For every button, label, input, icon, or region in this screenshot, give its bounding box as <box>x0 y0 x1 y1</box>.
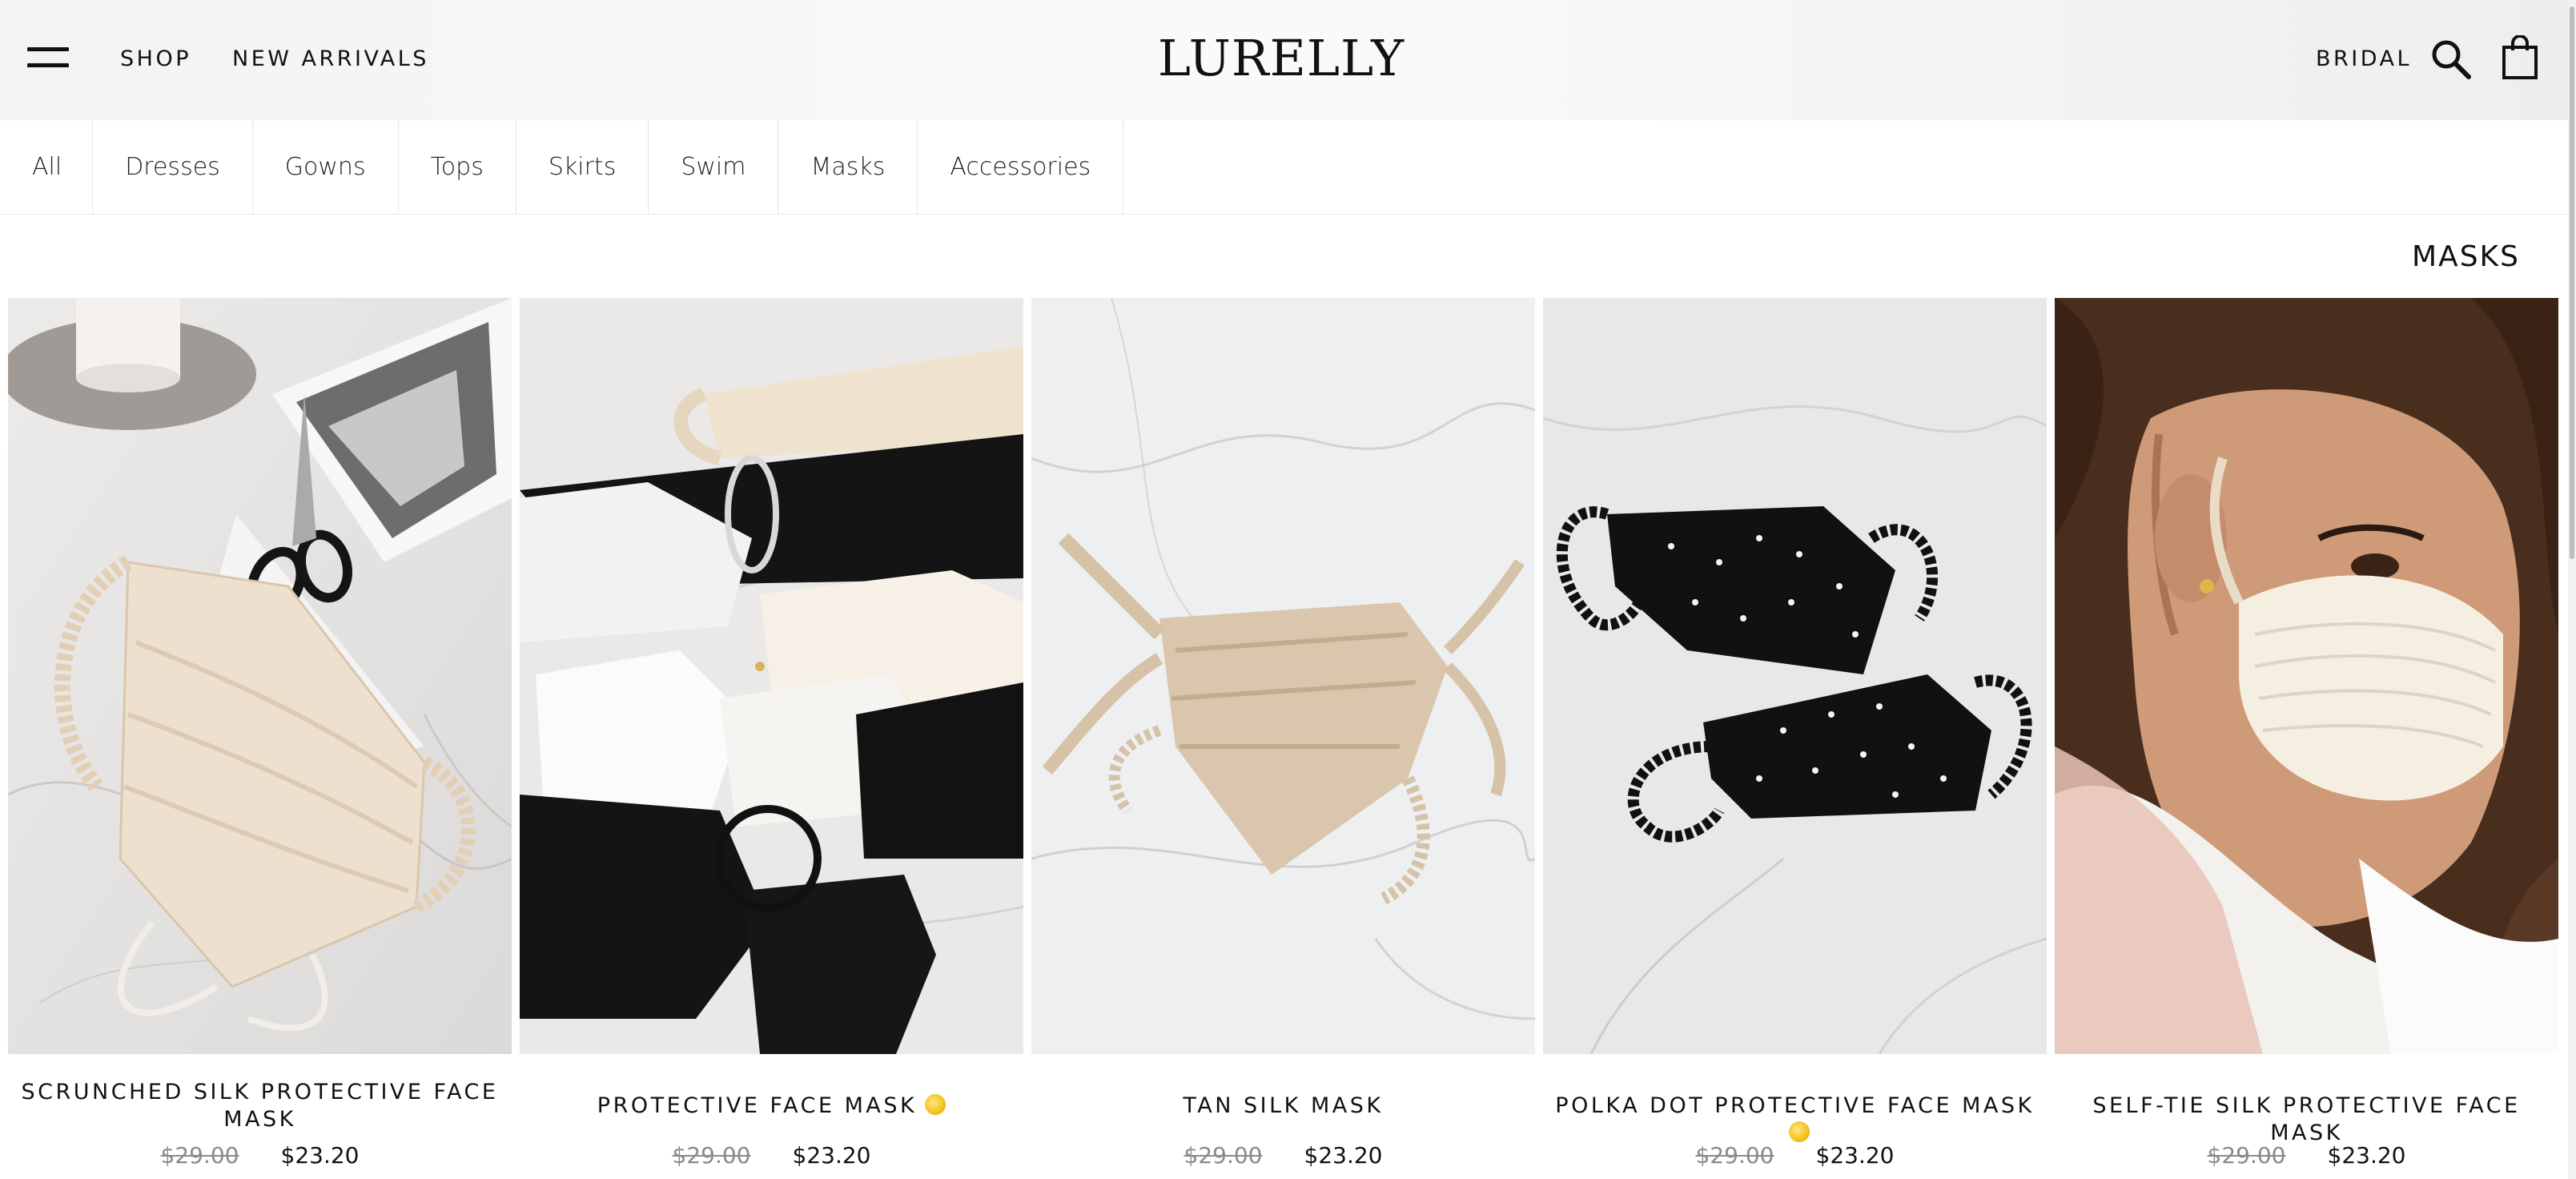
category-tabs: All Dresses Gowns Tops Skirts Swim Masks… <box>0 120 2568 215</box>
sale-price: $23.20 <box>2327 1142 2406 1169</box>
original-price: $29.00 <box>1184 1142 1263 1169</box>
tab-gowns[interactable]: Gowns <box>253 120 399 214</box>
nav-shop-link[interactable]: SHOP <box>120 45 191 74</box>
tab-masks[interactable]: Masks <box>778 120 918 214</box>
tab-skirts[interactable]: Skirts <box>516 120 649 214</box>
original-price: $29.00 <box>2207 1142 2286 1169</box>
product-image[interactable] <box>2055 298 2558 1054</box>
product-image[interactable] <box>520 298 1023 1054</box>
product-name[interactable]: PROTECTIVE FACE MASK <box>528 1092 1015 1120</box>
original-price: $29.00 <box>672 1142 751 1169</box>
product-name[interactable]: POLKA DOT PROTECTIVE FACE MASK <box>1551 1092 2039 1147</box>
product-card[interactable]: POLKA DOT PROTECTIVE FACE MASK $29.00 $23… <box>1543 298 2047 1179</box>
product-name[interactable]: SCRUNCHED SILK PROTECTIVE FACE MASK <box>16 1079 504 1133</box>
product-image[interactable] <box>1031 298 1535 1054</box>
sun-emoji-icon <box>925 1094 946 1115</box>
product-price-row: $29.00 $23.20 <box>2055 1141 2558 1170</box>
original-price: $29.00 <box>160 1142 239 1169</box>
product-card[interactable]: SELF-TIE SILK PROTECTIVE FACE MASK $29.0… <box>2055 298 2558 1179</box>
sale-price: $23.20 <box>1304 1142 1383 1169</box>
tab-accessories[interactable]: Accessories <box>918 120 1124 214</box>
product-photo-protective-masks <box>520 298 1023 1054</box>
sale-price: $23.20 <box>792 1142 871 1169</box>
nav-new-arrivals-link[interactable]: NEW ARRIVALS <box>232 45 429 74</box>
product-card[interactable]: TAN SILK MASK $29.00 $23.20 <box>1031 298 1535 1179</box>
product-grid: SCRUNCHED SILK PROTECTIVE FACE MASK $29.… <box>8 298 2568 1179</box>
product-card[interactable]: PROTECTIVE FACE MASK $29.00 $23.20 <box>520 298 1023 1179</box>
search-icon[interactable] <box>2430 38 2472 80</box>
product-card[interactable]: SCRUNCHED SILK PROTECTIVE FACE MASK $29.… <box>8 298 512 1179</box>
tab-tops[interactable]: Tops <box>399 120 516 214</box>
scrollbar-thumb[interactable] <box>2570 6 2574 559</box>
sun-emoji-icon <box>1788 1121 1810 1142</box>
product-image[interactable] <box>1543 298 2047 1054</box>
product-name-text: POLKA DOT PROTECTIVE FACE MASK <box>1555 1093 2035 1118</box>
product-image[interactable] <box>8 298 512 1054</box>
site-logo[interactable]: LURELLY <box>1121 30 1441 87</box>
product-photo-polka-dot-mask <box>1543 298 2047 1054</box>
product-price-row: $29.00 $23.20 <box>8 1141 512 1170</box>
site-header: SHOP NEW ARRIVALS LURELLY BRIDAL <box>0 0 2576 120</box>
product-name[interactable]: TAN SILK MASK <box>1039 1092 1527 1120</box>
product-price-row: $29.00 $23.20 <box>520 1141 1023 1170</box>
product-name-text: PROTECTIVE FACE MASK <box>597 1093 918 1118</box>
sale-price: $23.20 <box>1815 1142 1895 1169</box>
sale-price: $23.20 <box>280 1142 360 1169</box>
tab-swim[interactable]: Swim <box>649 120 779 214</box>
tab-dresses[interactable]: Dresses <box>93 120 253 214</box>
shopping-bag-icon[interactable] <box>2502 35 2538 80</box>
tab-all[interactable]: All <box>0 120 94 214</box>
product-price-row: $29.00 $23.20 <box>1543 1141 2047 1170</box>
product-photo-scrunched-mask <box>8 298 512 1054</box>
original-price: $29.00 <box>1695 1142 1774 1169</box>
product-price-row: $29.00 $23.20 <box>1031 1141 1535 1170</box>
product-photo-self-tie-mask-model <box>2055 298 2558 1054</box>
hamburger-menu-icon[interactable] <box>27 47 69 70</box>
product-photo-tan-silk-mask <box>1031 298 1535 1054</box>
product-name[interactable]: SELF-TIE SILK PROTECTIVE FACE MASK <box>2063 1092 2550 1147</box>
nav-bridal-link[interactable]: BRIDAL <box>2316 45 2412 74</box>
collection-title: MASKS <box>2412 240 2520 273</box>
